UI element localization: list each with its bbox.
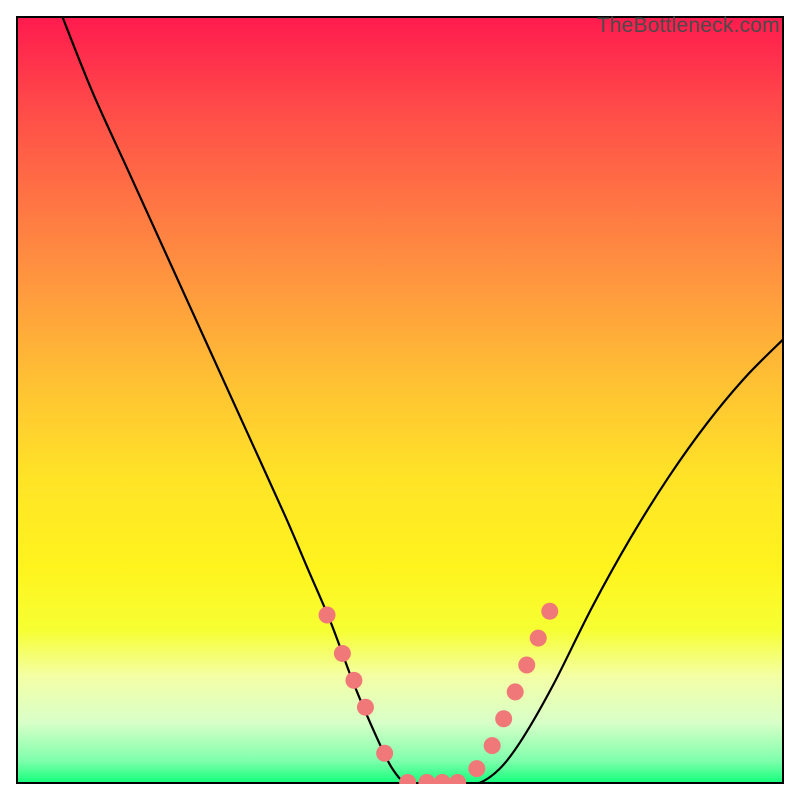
highlight-dot [449, 774, 466, 784]
highlight-dot [376, 745, 393, 762]
highlight-dot [507, 683, 524, 700]
highlight-dot [495, 710, 512, 727]
highlight-dot [418, 774, 435, 784]
highlight-dot [518, 656, 535, 673]
highlight-dot [468, 760, 485, 777]
plot-frame [17, 17, 784, 784]
chart-svg [16, 16, 784, 784]
highlight-dot [541, 603, 558, 620]
highlight-dot [334, 645, 351, 662]
watermark-text: TheBottleneck.com [597, 14, 780, 38]
highlight-dot [484, 737, 501, 754]
highlight-dot [530, 630, 547, 647]
highlight-dot [319, 607, 336, 624]
chart-container: TheBottleneck.com [0, 0, 800, 800]
highlight-dot [345, 672, 362, 689]
highlight-dot [434, 774, 451, 784]
highlight-dot [357, 699, 374, 716]
highlight-dots-group [319, 603, 559, 784]
plot-area: TheBottleneck.com [16, 16, 784, 784]
bottleneck-curve [62, 16, 784, 784]
highlight-dot [399, 774, 416, 784]
